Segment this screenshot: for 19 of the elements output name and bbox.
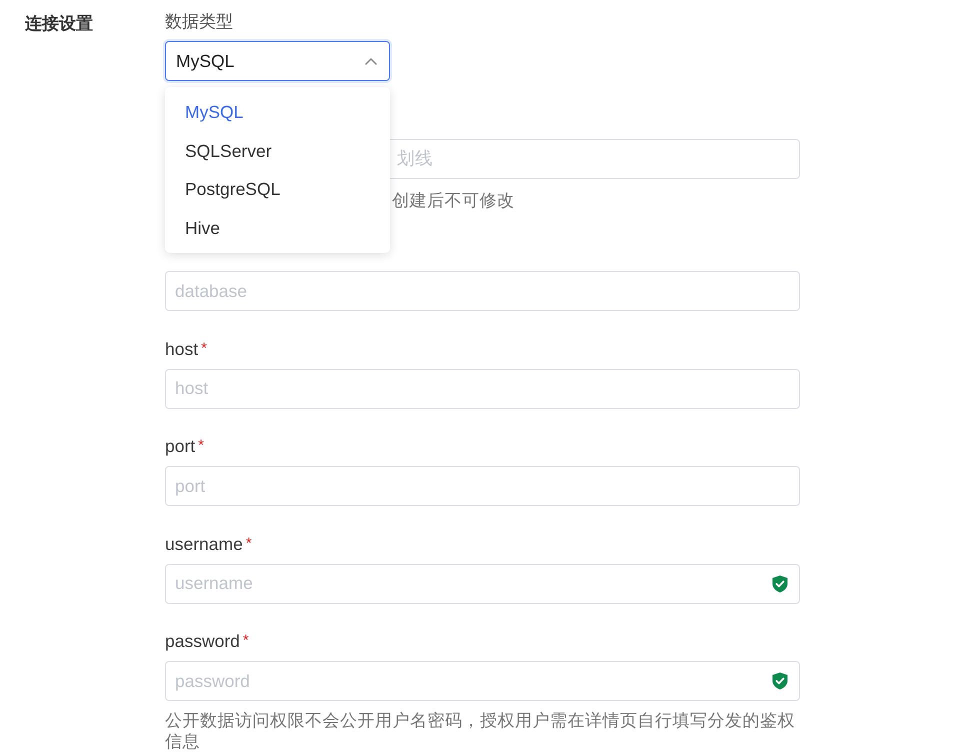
- shield-check-icon: [772, 672, 788, 690]
- help-text: 公开数据访问权限不会公开用户名密码，授权用户需在详情页自行填写分发的鉴权信息: [165, 710, 796, 752]
- input-field[interactable]: host: [165, 368, 800, 408]
- field-label: password *: [165, 631, 249, 651]
- input-field[interactable]: database: [165, 271, 800, 311]
- field-label: 数据类型: [165, 12, 233, 32]
- field-label: port *: [165, 436, 204, 456]
- chevron-up-icon: [365, 58, 377, 64]
- field-label: host *: [165, 338, 207, 358]
- input-field[interactable]: username: [165, 564, 800, 604]
- input-field[interactable]: port: [165, 466, 800, 506]
- input-field[interactable]: password: [165, 661, 800, 701]
- dropdown-option[interactable]: Hive: [165, 208, 390, 247]
- field-label: username *: [165, 534, 252, 554]
- select-field[interactable]: MySQL: [165, 41, 390, 81]
- help-text: 创建后不可修改: [392, 190, 514, 210]
- section-title: 连接设置: [25, 14, 93, 34]
- shield-check-icon: [772, 574, 788, 592]
- dropdown-option[interactable]: MySQL: [165, 93, 390, 132]
